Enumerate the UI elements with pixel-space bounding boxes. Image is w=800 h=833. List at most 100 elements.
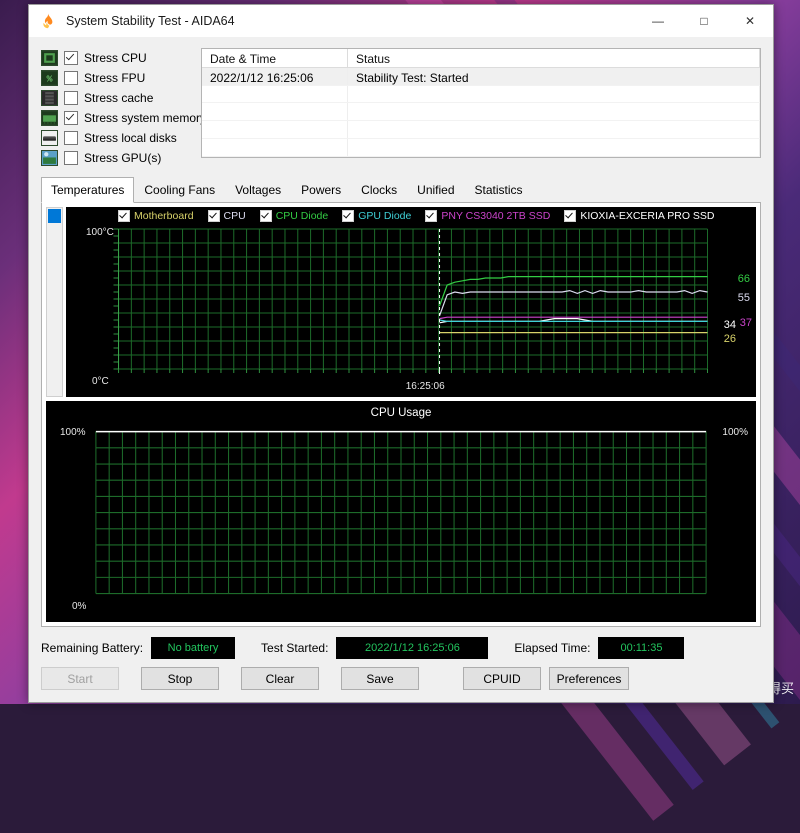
stress-disks-checkbox[interactable] xyxy=(64,131,78,145)
legend-label-cpu-diode: CPU Diode xyxy=(276,210,329,222)
temp-axis-bottom-label: 0°C xyxy=(92,376,109,387)
tab-statistics[interactable]: Statistics xyxy=(465,177,533,202)
tab-temperatures[interactable]: Temperatures xyxy=(41,177,134,203)
legend-label-motherboard: Motherboard xyxy=(134,210,194,222)
temperature-legend: Motherboard CPU CPU Diode GPU Diode xyxy=(66,207,756,224)
graph-vertical-scrollbar[interactable] xyxy=(46,207,63,397)
stress-memory-label: Stress system memory xyxy=(84,111,206,125)
legend-item-pny-ssd[interactable]: PNY CS3040 2TB SSD xyxy=(425,210,550,222)
preferences-button[interactable]: Preferences xyxy=(549,667,629,690)
maximize-button[interactable]: □ xyxy=(681,5,727,37)
temp-axis-top-label: 100°C xyxy=(86,227,114,238)
cpu-usage-plot xyxy=(46,401,756,622)
cell-empty xyxy=(202,86,348,103)
status-log-table[interactable]: Date & Time Status 2022/1/12 16:25:06 St… xyxy=(201,48,761,158)
save-button[interactable]: Save xyxy=(341,667,419,690)
stress-option-memory[interactable]: Stress system memory xyxy=(41,108,201,127)
tab-unified[interactable]: Unified xyxy=(407,177,464,202)
legend-item-cpu-diode[interactable]: CPU Diode xyxy=(260,210,329,222)
scrollbar-thumb[interactable] xyxy=(48,209,61,223)
legend-checkbox-motherboard[interactable] xyxy=(118,210,130,222)
stress-cache-label: Stress cache xyxy=(84,91,153,105)
table-row-empty xyxy=(202,121,760,139)
fpu-percent-icon: % xyxy=(41,70,58,86)
cache-icon xyxy=(41,90,58,106)
elapsed-time-label: Elapsed Time: xyxy=(514,641,590,655)
stress-options-panel: Stress CPU % Stress FPU Stress cache xyxy=(41,48,201,168)
top-section: Stress CPU % Stress FPU Stress cache xyxy=(29,38,773,174)
tab-bar: Temperatures Cooling Fans Voltages Power… xyxy=(41,176,773,202)
legend-item-kioxia-ssd[interactable]: KIOXIA-EXCERIA PRO SSD xyxy=(564,210,714,222)
stress-option-gpu[interactable]: Stress GPU(s) xyxy=(41,148,201,167)
time-marker-label: 16:25:06 xyxy=(406,381,445,392)
cell-empty xyxy=(202,121,348,138)
gpu-card-icon xyxy=(41,150,58,166)
column-header-status[interactable]: Status xyxy=(348,49,760,67)
value-label-motherboard: 26 xyxy=(724,333,736,345)
stress-memory-checkbox[interactable] xyxy=(64,111,78,125)
legend-item-cpu[interactable]: CPU xyxy=(208,210,246,222)
legend-item-gpu-diode[interactable]: GPU Diode xyxy=(342,210,411,222)
svg-text:%: % xyxy=(47,73,53,84)
title-bar[interactable]: System Stability Test - AIDA64 — □ ✕ xyxy=(29,5,773,38)
legend-checkbox-pny-ssd[interactable] xyxy=(425,210,437,222)
cell-empty xyxy=(202,139,348,156)
minimize-button[interactable]: — xyxy=(635,5,681,37)
tab-cooling-fans[interactable]: Cooling Fans xyxy=(134,177,225,202)
start-button[interactable]: Start xyxy=(41,667,119,690)
cpu-axis-top-right-label: 100% xyxy=(722,427,748,438)
legend-checkbox-gpu-diode[interactable] xyxy=(342,210,354,222)
button-bar: Start Stop Clear Save CPUID Preferences xyxy=(29,667,773,702)
cpuid-button[interactable]: CPUID xyxy=(463,667,541,690)
stress-option-cpu[interactable]: Stress CPU xyxy=(41,48,201,67)
stress-disks-label: Stress local disks xyxy=(84,131,177,145)
stress-option-disks[interactable]: Stress local disks xyxy=(41,128,201,147)
stress-cache-checkbox[interactable] xyxy=(64,91,78,105)
legend-label-pny-ssd: PNY CS3040 2TB SSD xyxy=(441,210,550,222)
temperature-chart[interactable]: Motherboard CPU CPU Diode GPU Diode xyxy=(66,207,756,397)
cpu-axis-top-left-label: 100% xyxy=(60,427,86,438)
window-content: Stress CPU % Stress FPU Stress cache xyxy=(29,38,773,702)
cell-empty xyxy=(348,103,760,120)
legend-checkbox-kioxia-ssd[interactable] xyxy=(564,210,576,222)
column-header-datetime[interactable]: Date & Time xyxy=(202,49,348,67)
graphs-panel: Motherboard CPU CPU Diode GPU Diode xyxy=(41,202,761,627)
legend-item-motherboard[interactable]: Motherboard xyxy=(118,210,194,222)
battery-value: No battery xyxy=(151,637,235,659)
hard-disk-icon xyxy=(41,130,58,146)
status-strip: Remaining Battery: No battery Test Start… xyxy=(29,627,773,667)
stress-option-cache[interactable]: Stress cache xyxy=(41,88,201,107)
stress-fpu-checkbox[interactable] xyxy=(64,71,78,85)
stress-cpu-checkbox[interactable] xyxy=(64,51,78,65)
stress-fpu-label: Stress FPU xyxy=(84,71,145,85)
aida64-stability-window: System Stability Test - AIDA64 — □ ✕ Str… xyxy=(28,4,774,703)
elapsed-time-value: 00:11:35 xyxy=(598,637,684,659)
memory-module-icon xyxy=(41,110,58,126)
tab-voltages[interactable]: Voltages xyxy=(225,177,291,202)
cell-empty xyxy=(348,86,760,103)
temperature-plot xyxy=(66,207,756,397)
battery-label: Remaining Battery: xyxy=(41,641,143,655)
cpu-chip-icon xyxy=(41,50,58,66)
cpu-axis-bottom-label: 0% xyxy=(72,601,86,612)
close-button[interactable]: ✕ xyxy=(727,5,773,37)
stress-option-fpu[interactable]: % Stress FPU xyxy=(41,68,201,87)
table-row[interactable]: 2022/1/12 16:25:06 Stability Test: Start… xyxy=(202,68,760,86)
legend-checkbox-cpu[interactable] xyxy=(208,210,220,222)
stress-gpu-checkbox[interactable] xyxy=(64,151,78,165)
cpu-usage-chart[interactable]: CPU Usage 100% 100% 0% xyxy=(46,401,756,622)
test-started-value: 2022/1/12 16:25:06 xyxy=(336,637,488,659)
tab-powers[interactable]: Powers xyxy=(291,177,351,202)
stop-button[interactable]: Stop xyxy=(141,667,219,690)
legend-checkbox-cpu-diode[interactable] xyxy=(260,210,272,222)
stress-cpu-label: Stress CPU xyxy=(84,51,147,65)
clear-button[interactable]: Clear xyxy=(241,667,319,690)
tab-clocks[interactable]: Clocks xyxy=(351,177,407,202)
cell-status: Stability Test: Started xyxy=(348,68,760,85)
value-label-cpu-diode: 66 xyxy=(738,273,750,285)
table-row-empty xyxy=(202,139,760,157)
test-started-label: Test Started: xyxy=(261,641,328,655)
window-title: System Stability Test - AIDA64 xyxy=(66,14,635,28)
legend-label-cpu: CPU xyxy=(224,210,246,222)
cell-empty xyxy=(202,103,348,120)
